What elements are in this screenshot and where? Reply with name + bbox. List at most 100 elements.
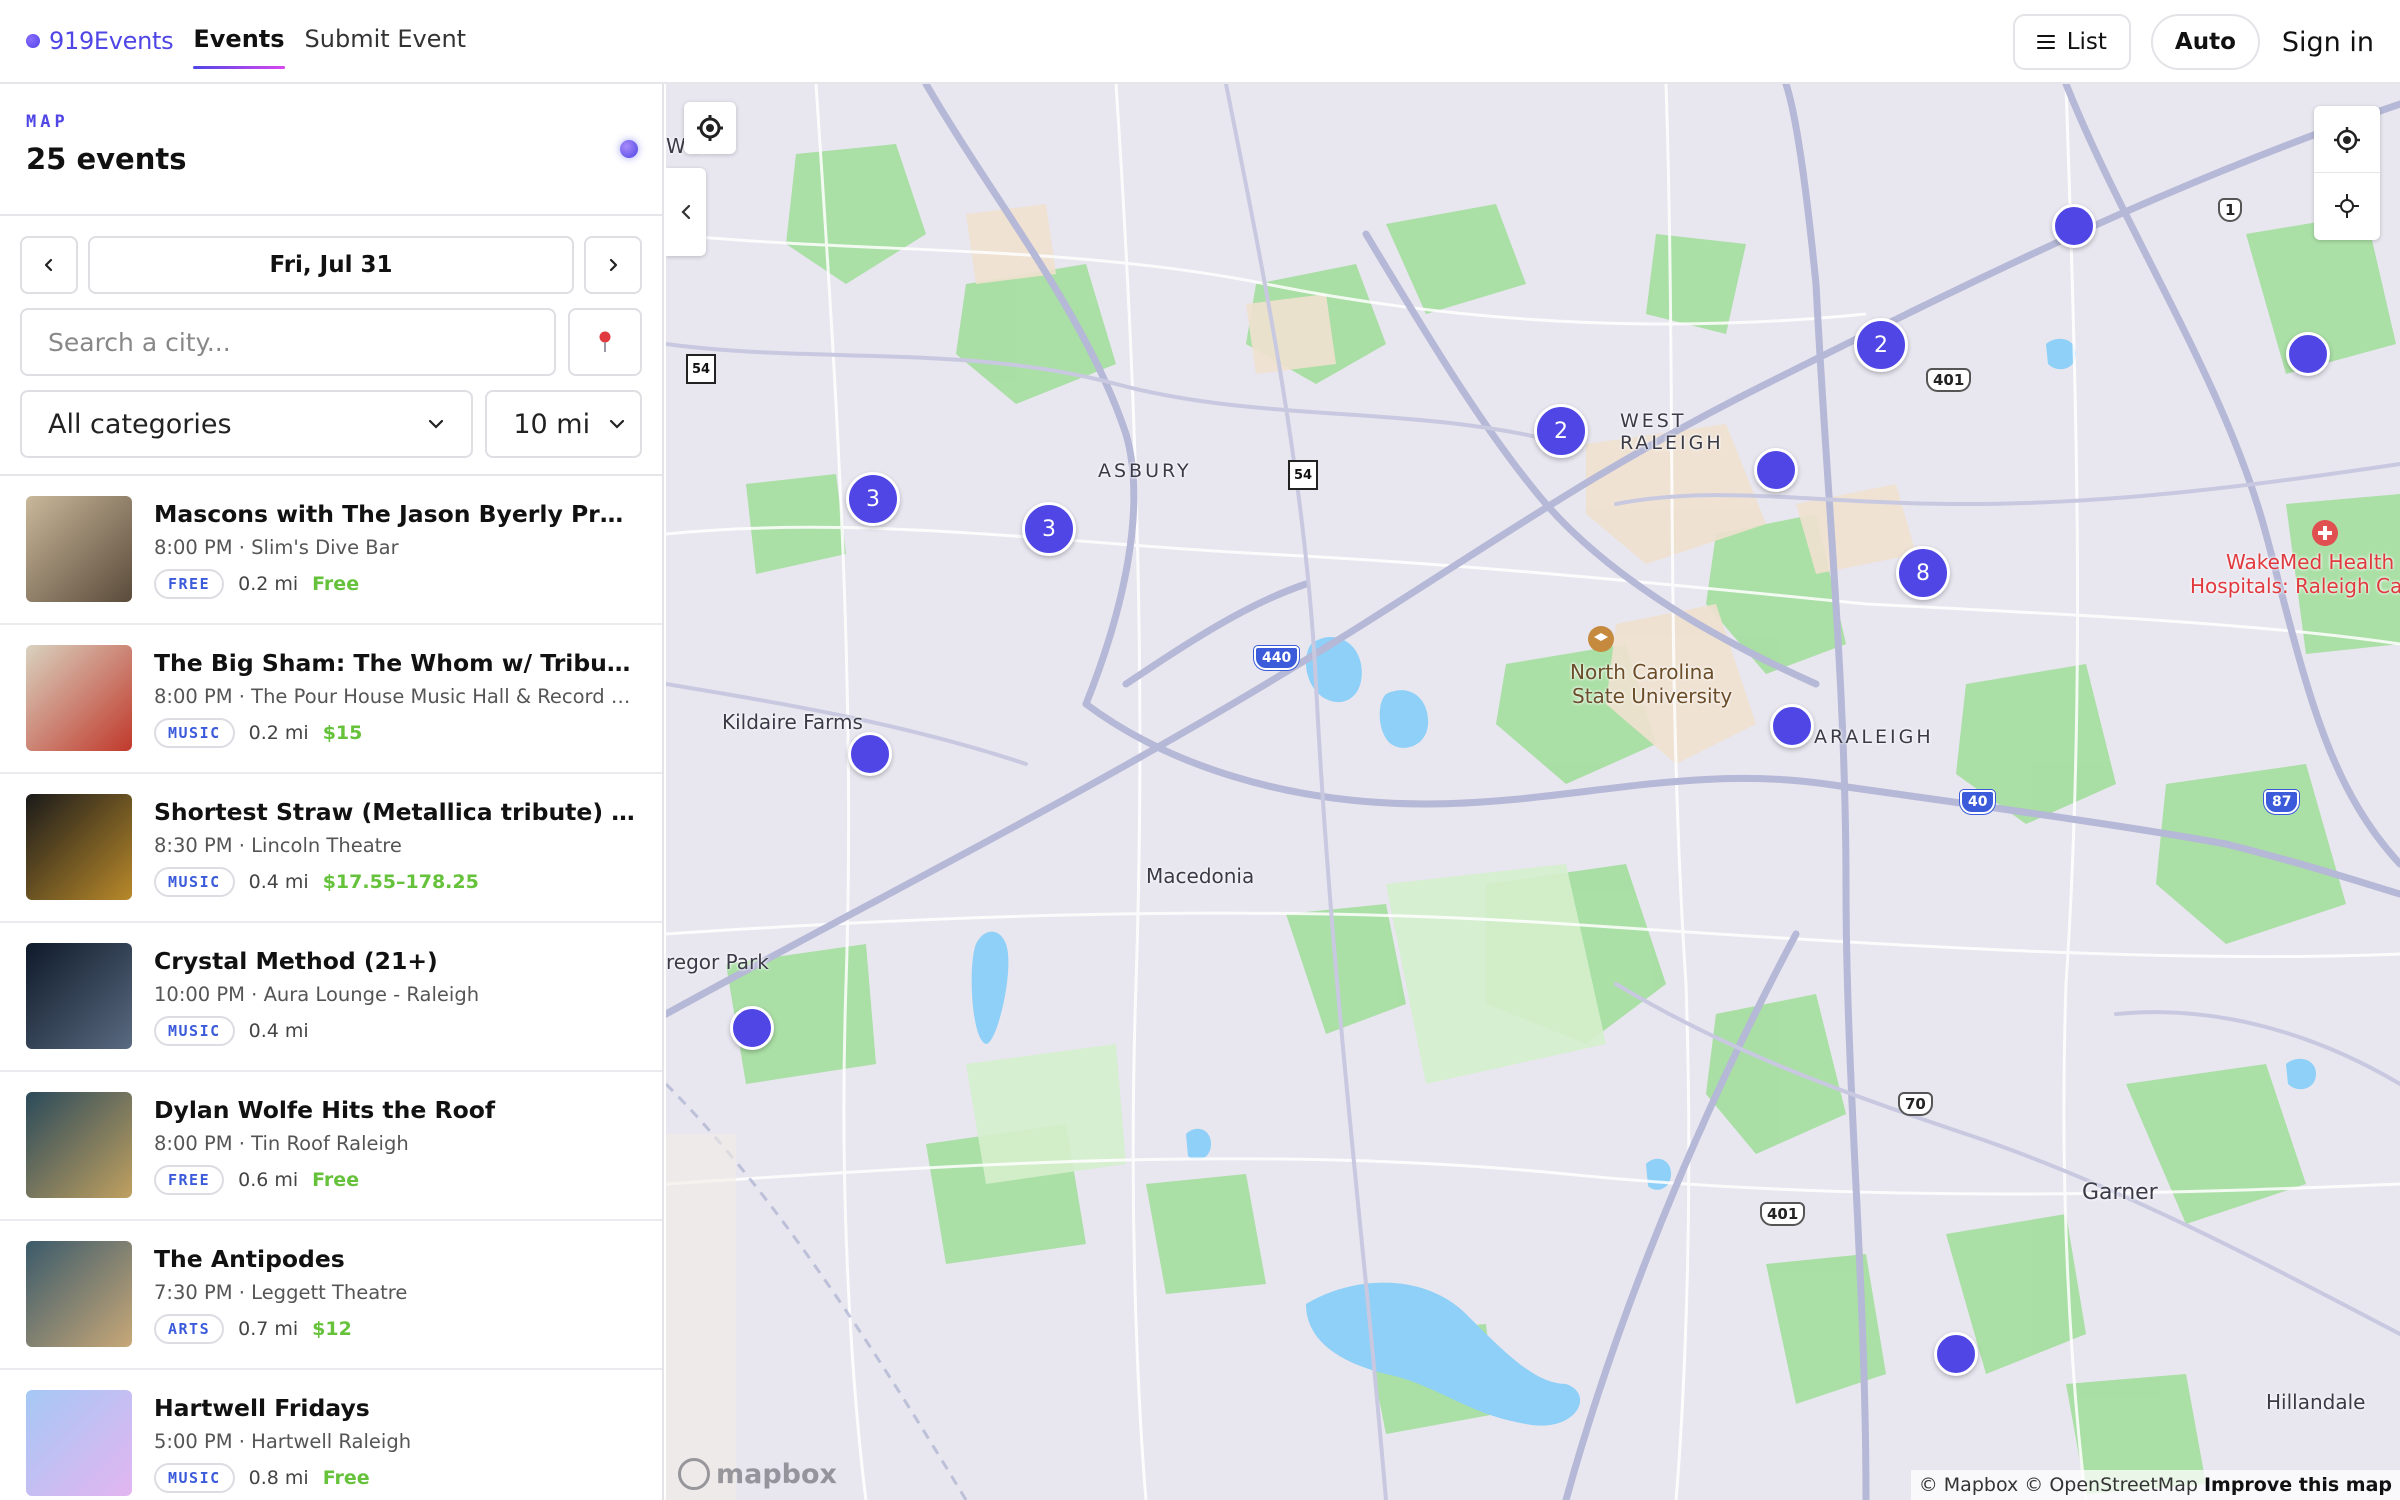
category-select[interactable]: All categories <box>20 390 474 458</box>
map-label-wakemed-line1: WakeMed Health & <box>2226 550 2400 574</box>
collapse-sidebar-button[interactable] <box>666 168 706 256</box>
event-marker[interactable] <box>2052 204 2096 248</box>
map-label-kildaire-farms: Kildaire Farms <box>722 710 863 734</box>
event-list-item[interactable]: Shortest Straw (Metallica tribute) & Und… <box>0 774 662 923</box>
improve-map-link[interactable]: Improve this map <box>2204 1474 2392 1496</box>
sidebar-header: MAP 25 events <box>0 84 662 216</box>
event-cluster-marker[interactable]: 2 <box>1854 318 1908 372</box>
event-price: Free <box>322 1467 370 1489</box>
event-title: Dylan Wolfe Hits the Roof <box>154 1096 496 1124</box>
interstate-87-shield-icon: 87 <box>2264 790 2300 814</box>
event-thumbnail <box>26 1241 132 1347</box>
map-label-macedonia: Macedonia <box>1146 864 1255 888</box>
event-tags: MUSIC 0.4 mi <box>154 1016 636 1046</box>
chevron-down-icon <box>429 419 444 429</box>
event-list-item[interactable]: Mascons with The Jason Byerly Project 8:… <box>0 476 662 625</box>
event-title: Mascons with The Jason Byerly Project <box>154 500 636 528</box>
event-tags: ARTS 0.7 mi $12 <box>154 1314 636 1344</box>
sidebar: MAP 25 events Fri, Jul 31 Search a city.… <box>0 84 664 1500</box>
mapbox-logo[interactable]: mapbox <box>678 1458 837 1490</box>
event-details: Mascons with The Jason Byerly Project 8:… <box>154 496 636 623</box>
map-label-raleigh-downtown: ARALEIGH <box>1814 726 1934 748</box>
crosshair-icon <box>2335 194 2359 218</box>
recenter-button[interactable] <box>2314 173 2380 239</box>
use-location-button[interactable] <box>568 308 642 376</box>
attribution-osm-link[interactable]: © OpenStreetMap <box>2024 1474 2198 1496</box>
event-cluster-marker[interactable]: 3 <box>1022 502 1076 556</box>
brand-dot-icon <box>26 34 40 48</box>
event-details: Crystal Method (21+) 10:00 PM · Aura Lou… <box>154 943 636 1070</box>
event-thumbnail <box>26 496 132 602</box>
event-list-item[interactable]: Crystal Method (21+) 10:00 PM · Aura Lou… <box>0 923 662 1072</box>
event-marker[interactable] <box>848 732 892 776</box>
list-label: List <box>2066 29 2107 55</box>
event-marker[interactable] <box>1934 1332 1978 1376</box>
event-cluster-marker[interactable]: 3 <box>846 472 900 526</box>
event-details: The Big Sham: The Whom w/ Tributes to T.… <box>154 645 636 772</box>
event-tags: MUSIC 0.8 mi Free <box>154 1463 636 1493</box>
event-list-item[interactable]: The Big Sham: The Whom w/ Tributes to T.… <box>0 625 662 774</box>
event-marker[interactable] <box>2286 332 2330 376</box>
event-tags: MUSIC 0.2 mi $15 <box>154 718 636 748</box>
next-day-button[interactable] <box>584 236 642 294</box>
sign-in-link[interactable]: Sign in <box>2282 27 2374 58</box>
map-label-hillandale: Hillandale <box>2266 1390 2366 1414</box>
event-cluster-marker[interactable]: 2 <box>1534 404 1588 458</box>
event-list-item[interactable]: Hartwell Fridays 5:00 PM · Hartwell Rale… <box>0 1370 662 1500</box>
event-marker[interactable] <box>730 1006 774 1050</box>
map-label-west: WEST <box>1620 410 1687 432</box>
nav-events[interactable]: Events <box>193 25 285 69</box>
target-icon <box>697 115 723 141</box>
map-label-ncsu-line1: North Carolina <box>1570 660 1715 684</box>
theme-auto-button[interactable]: Auto <box>2150 14 2260 70</box>
event-price: $17.55–178.25 <box>322 871 479 893</box>
event-cluster-marker[interactable]: 8 <box>1896 546 1950 600</box>
event-details: Hartwell Fridays 5:00 PM · Hartwell Rale… <box>154 1390 636 1500</box>
event-distance: 0.4 mi <box>248 871 309 893</box>
prev-day-button[interactable] <box>20 236 78 294</box>
nc-54-shield-icon: 54 <box>1288 460 1318 490</box>
category-badge: ARTS <box>154 1314 225 1344</box>
event-time-venue: 8:00 PM · Slim's Dive Bar <box>154 536 399 559</box>
geolocate-icon <box>2334 126 2360 153</box>
map-label-asbury: ASBURY <box>1098 460 1192 482</box>
map-view[interactable]: ASBURY WEST RALEIGH Kildaire Farms North… <box>666 84 2400 1500</box>
event-marker[interactable] <box>1770 704 1814 748</box>
top-bar: 919Events Events Submit Event List Auto … <box>0 0 2400 84</box>
filter-controls: Fri, Jul 31 Search a city... All categor… <box>0 216 662 476</box>
section-eyebrow: MAP <box>26 112 69 132</box>
chevron-down-icon <box>609 419 625 429</box>
event-distance: 0.6 mi <box>238 1169 299 1191</box>
attribution-mapbox-link[interactable]: © Mapbox <box>1919 1474 2018 1496</box>
us-70-shield-icon: 70 <box>1898 1092 1933 1116</box>
event-marker[interactable] <box>1754 448 1798 492</box>
category-badge: FREE <box>154 569 225 599</box>
brand-logo[interactable]: 919Events <box>26 27 174 55</box>
distance-select[interactable]: 10 mi <box>485 390 642 458</box>
list-view-button[interactable]: List <box>2012 14 2131 70</box>
nav-submit-event[interactable]: Submit Event <box>305 25 467 57</box>
date-display[interactable]: Fri, Jul 31 <box>88 236 574 294</box>
chevron-right-icon <box>609 258 618 272</box>
event-time-venue: 10:00 PM · Aura Lounge - Raleigh <box>154 983 480 1006</box>
category-badge: MUSIC <box>154 1016 235 1046</box>
us-401-shield-icon: 401 <box>1760 1202 1806 1226</box>
us-401-shield-icon: 401 <box>1926 368 1972 392</box>
event-tags: FREE 0.2 mi Free <box>154 569 636 599</box>
hospital-icon <box>2312 520 2338 546</box>
distance-select-value: 10 mi <box>513 408 591 440</box>
geolocate-button[interactable] <box>2314 107 2380 173</box>
event-title: The Big Sham: The Whom w/ Tributes to T.… <box>154 649 636 677</box>
locate-me-button[interactable] <box>684 102 736 154</box>
city-search-input[interactable]: Search a city... <box>20 308 556 376</box>
event-tags: MUSIC 0.4 mi $17.55–178.25 <box>154 867 636 897</box>
event-list-item[interactable]: The Antipodes 7:30 PM · Leggett Theatre … <box>0 1221 662 1370</box>
event-time-venue: 7:30 PM · Leggett Theatre <box>154 1281 408 1304</box>
mapbox-logo-text: mapbox <box>716 1458 837 1490</box>
event-time-venue: 5:00 PM · Hartwell Raleigh <box>154 1430 412 1453</box>
event-distance: 0.2 mi <box>248 722 309 744</box>
event-list-item[interactable]: Dylan Wolfe Hits the Roof 8:00 PM · Tin … <box>0 1072 662 1221</box>
menu-icon <box>2036 31 2055 53</box>
event-list: Mascons with The Jason Byerly Project 8:… <box>0 476 662 1500</box>
event-details: Dylan Wolfe Hits the Roof 8:00 PM · Tin … <box>154 1092 636 1219</box>
